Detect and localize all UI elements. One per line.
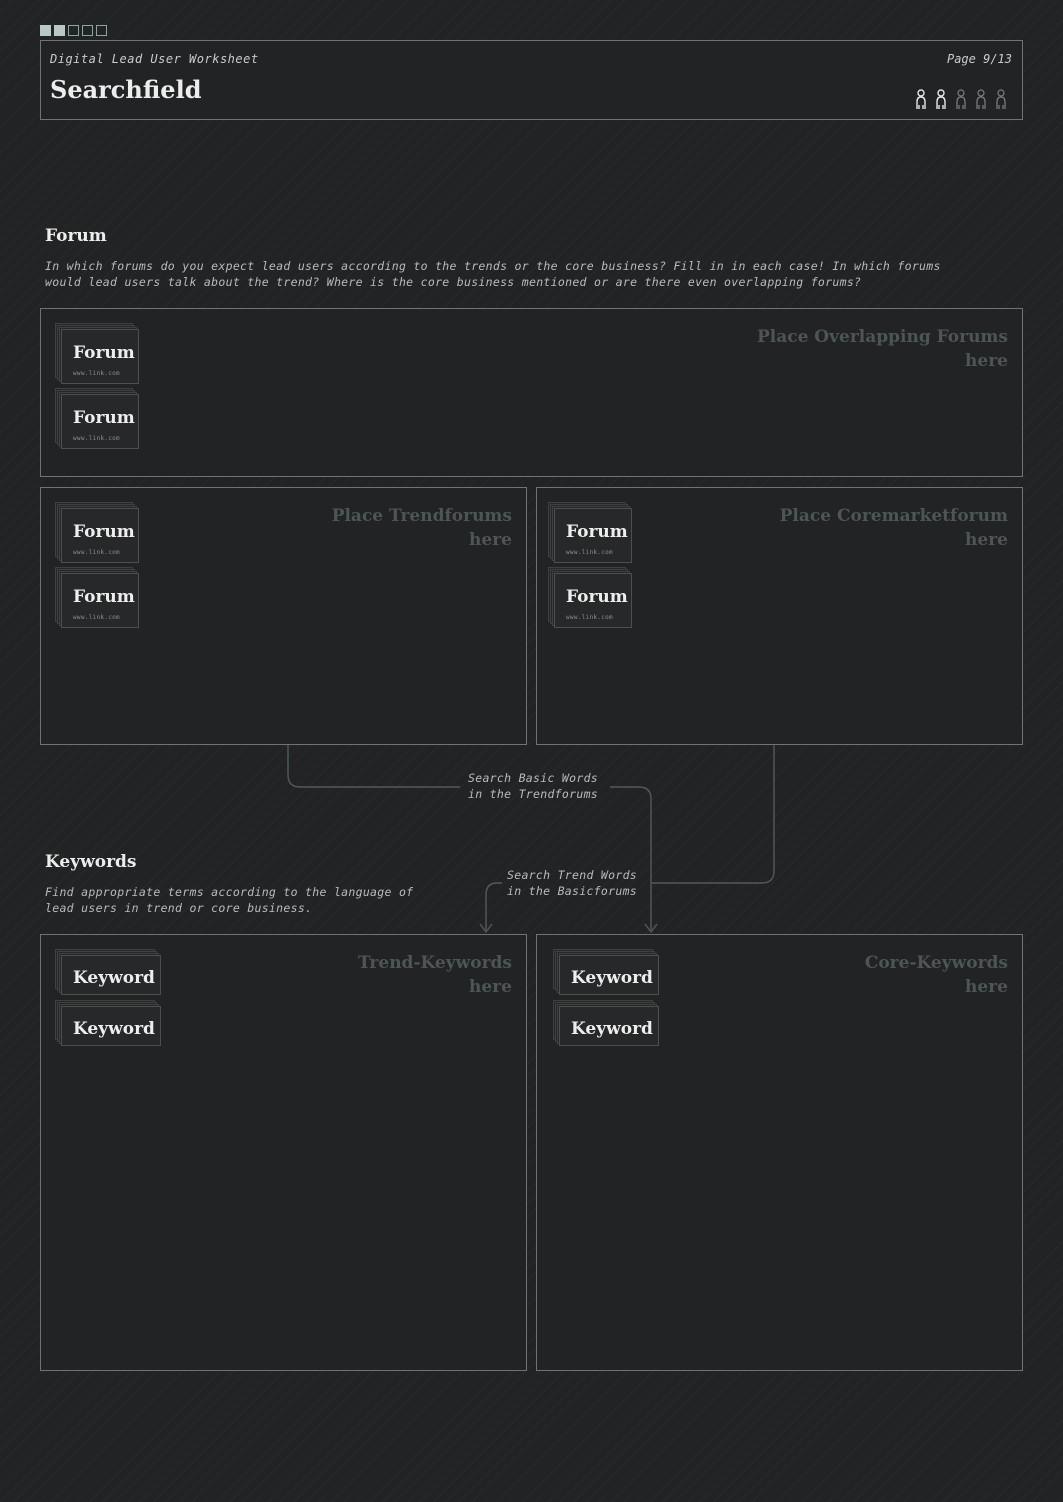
connector-core-to-trend-keywords — [651, 745, 775, 884]
progress-step-3 — [68, 25, 79, 36]
flow-label-line: in the Trendforums — [468, 786, 599, 801]
forum-card-title: Forum — [566, 587, 628, 607]
keyword-card-title: Keyword — [571, 1019, 653, 1039]
placeholder-line: Place Coremarketforum — [779, 506, 1008, 526]
placeholder-line: Core-Keywords — [864, 953, 1008, 973]
forum-section-title: Forum — [45, 226, 107, 246]
person-outline-icon — [976, 89, 986, 109]
keyword-card[interactable]: Keyword — [553, 1000, 659, 1046]
core-keywords-placeholder: Core-Keywords here — [865, 951, 1008, 999]
placeholder-line: here — [965, 351, 1008, 371]
forum-card-title: Forum — [566, 522, 628, 542]
forum-section-description: In which forums do you expect lead users… — [45, 259, 1005, 290]
placeholder-line: here — [469, 530, 512, 550]
trend-keywords-box[interactable]: Trend-Keywords here Keyword Keyword — [40, 934, 527, 1371]
placeholder-line: here — [469, 977, 512, 997]
core-forums-placeholder: Place Coremarketforum here — [780, 504, 1008, 552]
overlapping-forums-box[interactable]: Place Overlapping Forums here Forum www.… — [40, 308, 1023, 477]
placeholder-line: Place Overlapping Forums — [756, 327, 1008, 347]
arrowhead-trend-keywords — [479, 923, 493, 934]
keywords-description-line-1: Find appropriate terms according to the … — [45, 885, 414, 899]
person-outline-icon — [956, 89, 966, 109]
forum-card-link: www.link.com — [73, 435, 120, 442]
connector-core-to-trend-keywords-2 — [485, 882, 502, 930]
forum-card[interactable]: Forum www.link.com — [55, 388, 139, 450]
forum-card-title: Forum — [73, 587, 135, 607]
keyword-card-title: Keyword — [73, 968, 155, 988]
placeholder-line: Place Trendforums — [331, 506, 512, 526]
core-keywords-box[interactable]: Core-Keywords here Keyword Keyword — [536, 934, 1023, 1371]
keyword-card[interactable]: Keyword — [55, 1000, 161, 1046]
placeholder-line: here — [965, 530, 1008, 550]
forum-card-link: www.link.com — [73, 614, 120, 621]
trend-forums-placeholder: Place Trendforums here — [332, 504, 512, 552]
forum-card-link: www.link.com — [566, 549, 613, 556]
forum-card-title: Forum — [73, 343, 135, 363]
forum-description-line-1: In which forums do you expect lead users… — [45, 259, 941, 273]
forum-card[interactable]: Forum www.link.com — [548, 502, 632, 564]
progress-indicator — [40, 25, 107, 36]
core-forums-box[interactable]: Place Coremarketforum here Forum www.lin… — [536, 487, 1023, 745]
keyword-card-title: Keyword — [73, 1019, 155, 1039]
trend-forums-box[interactable]: Place Trendforums here Forum www.link.co… — [40, 487, 527, 745]
connector-trend-to-core-keywords-2 — [610, 786, 652, 930]
flow-label-line: Search Trend Words — [507, 868, 638, 882]
person-icon — [936, 89, 946, 109]
progress-step-4 — [82, 25, 93, 36]
forum-card[interactable]: Forum www.link.com — [55, 567, 139, 629]
progress-step-2 — [54, 25, 65, 36]
progress-step-1 — [40, 25, 51, 36]
flow-label-trend-words: Search Trend Words in the Basicforums — [507, 868, 637, 899]
forum-card-title: Forum — [73, 408, 135, 428]
forum-card-title: Forum — [73, 522, 135, 542]
forum-card-link: www.link.com — [73, 549, 120, 556]
placeholder-line: here — [965, 977, 1008, 997]
person-icon — [916, 89, 926, 109]
document-label: Digital Lead User Worksheet — [50, 52, 259, 66]
worksheet-header: Digital Lead User Worksheet Page 9/13 Se… — [40, 40, 1023, 120]
arrowhead-core-keywords — [644, 923, 658, 934]
keywords-section-title: Keywords — [45, 852, 137, 872]
forum-card[interactable]: Forum www.link.com — [55, 323, 139, 385]
overlapping-forums-placeholder: Place Overlapping Forums here — [757, 325, 1008, 373]
keywords-section-description: Find appropriate terms according to the … — [45, 885, 465, 916]
forum-card[interactable]: Forum www.link.com — [55, 502, 139, 564]
keyword-card-title: Keyword — [571, 968, 653, 988]
page-number: Page 9/13 — [946, 52, 1012, 66]
flow-label-line: Search Basic Words — [468, 771, 599, 785]
keyword-card[interactable]: Keyword — [553, 949, 659, 995]
flow-label-line: in the Basicforums — [507, 883, 638, 898]
keywords-description-line-2: lead users in trend or core business. — [45, 900, 313, 915]
person-rating — [913, 89, 1009, 111]
flow-label-basic-words: Search Basic Words in the Trendforums — [468, 771, 598, 802]
progress-step-5 — [96, 25, 107, 36]
forum-card[interactable]: Forum www.link.com — [548, 567, 632, 629]
page-title: Searchfield — [50, 75, 202, 104]
forum-card-link: www.link.com — [73, 370, 120, 377]
connector-trend-to-core-keywords — [287, 745, 460, 788]
trend-keywords-placeholder: Trend-Keywords here — [358, 951, 512, 999]
forum-card-link: www.link.com — [566, 614, 613, 621]
placeholder-line: Trend-Keywords — [358, 953, 512, 973]
person-outline-icon — [996, 89, 1006, 109]
keyword-card[interactable]: Keyword — [55, 949, 161, 995]
forum-description-line-2: would lead users talk about the trend? W… — [45, 274, 862, 289]
